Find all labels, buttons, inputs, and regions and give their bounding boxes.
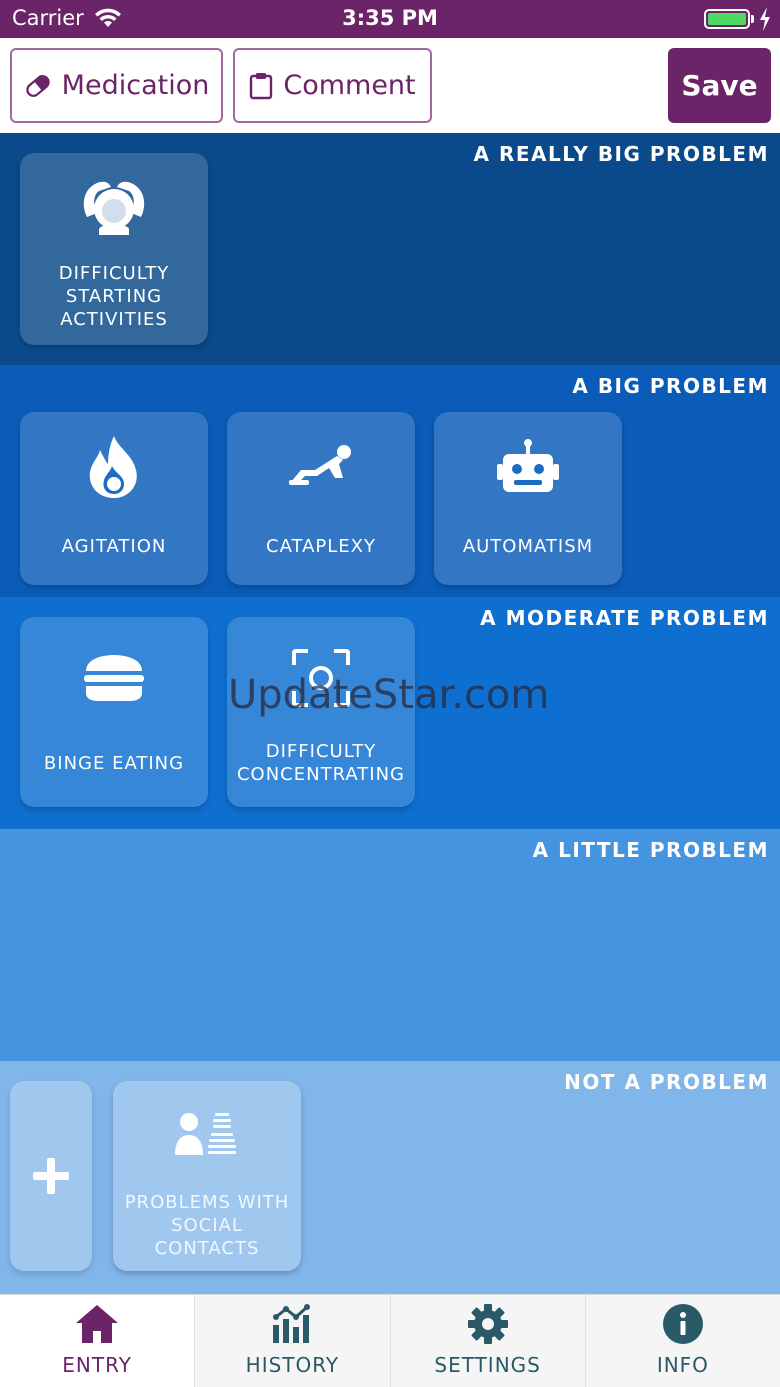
home-icon xyxy=(76,1305,119,1343)
gear-icon xyxy=(467,1304,508,1344)
comment-label: Comment xyxy=(283,70,416,101)
tab-label: ENTRY xyxy=(62,1353,132,1377)
plus-icon xyxy=(33,1158,69,1194)
card-label: AUTOMATISM xyxy=(462,536,594,557)
section-big-problem[interactable]: A BIG PROBLEM AGITATION CATAPLEXY AUTOMA… xyxy=(0,365,780,597)
add-symptom-button[interactable] xyxy=(10,1081,92,1271)
symptom-card-difficulty-concentrating[interactable]: DIFFICULTY CONCENTRATING xyxy=(227,617,415,807)
section-little-problem[interactable]: A LITTLE PROBLEM xyxy=(0,829,780,1061)
section-not-a-problem[interactable]: NOT A PROBLEM PROBLEMS WITH SOCIAL CONTA… xyxy=(0,1061,780,1294)
toolbar: Medication Comment Save xyxy=(0,38,780,133)
card-label: AGITATION xyxy=(61,536,167,557)
tab-bar: ENTRY HISTORY SETTINGS INFO xyxy=(0,1294,780,1387)
card-label: CATAPLEXY xyxy=(266,536,376,557)
symptom-card-problems-with-social-contacts[interactable]: PROBLEMS WITH SOCIAL CONTACTS xyxy=(113,1081,301,1271)
section-title: A LITTLE PROBLEM xyxy=(532,838,769,862)
falling-person-icon xyxy=(289,445,351,485)
tab-entry[interactable]: ENTRY xyxy=(0,1295,196,1387)
burger-icon xyxy=(84,655,144,701)
card-label: BINGE EATING xyxy=(43,753,185,774)
comment-button[interactable]: Comment xyxy=(233,48,432,123)
symptom-card-cataplexy[interactable]: CATAPLEXY xyxy=(227,412,415,585)
section-title: A REALLY BIG PROBLEM xyxy=(473,142,769,166)
tab-label: HISTORY xyxy=(245,1353,340,1377)
section-moderate-problem[interactable]: A MODERATE PROBLEM BINGE EATING DIFFICUL… xyxy=(0,597,780,829)
medication-label: Medication xyxy=(61,70,210,101)
section-title: A MODERATE PROBLEM xyxy=(480,606,769,630)
battery-icon xyxy=(704,9,750,29)
card-label: DIFFICULTY CONCENTRATING xyxy=(236,741,405,785)
tab-label: SETTINGS xyxy=(434,1353,541,1377)
card-label: DIFFICULTY STARTING ACTIVITIES xyxy=(58,263,170,330)
card-label: PROBLEMS WITH SOCIAL CONTACTS xyxy=(124,1192,290,1259)
battery-tip xyxy=(751,15,754,23)
head-hands-icon xyxy=(83,181,145,235)
symptom-card-agitation[interactable]: AGITATION xyxy=(20,412,208,585)
save-button[interactable]: Save xyxy=(668,48,771,123)
tab-settings[interactable]: SETTINGS xyxy=(390,1295,586,1387)
charging-bolt-icon xyxy=(760,7,770,31)
clock: 3:35 PM xyxy=(342,6,438,30)
robot-icon xyxy=(497,439,559,492)
section-really-big-problem[interactable]: A REALLY BIG PROBLEM DIFFICULTY STARTING… xyxy=(0,133,780,365)
tab-history[interactable]: HISTORY xyxy=(195,1295,391,1387)
chart-icon xyxy=(273,1304,311,1343)
medication-button[interactable]: Medication xyxy=(10,48,223,123)
tab-info[interactable]: INFO xyxy=(585,1295,780,1387)
symptom-card-automatism[interactable]: AUTOMATISM xyxy=(434,412,622,585)
fire-icon xyxy=(89,436,137,498)
pill-icon xyxy=(25,74,50,97)
symptom-card-difficulty-starting-activities[interactable]: DIFFICULTY STARTING ACTIVITIES xyxy=(20,153,208,345)
people-icon xyxy=(175,1113,236,1155)
focus-icon xyxy=(292,649,350,707)
clipboard-icon xyxy=(250,72,273,99)
section-title: A BIG PROBLEM xyxy=(572,374,769,398)
info-icon xyxy=(662,1304,703,1344)
status-bar: Carrier 3:35 PM xyxy=(0,0,780,38)
symptom-card-binge-eating[interactable]: BINGE EATING xyxy=(20,617,208,807)
section-title: NOT A PROBLEM xyxy=(564,1070,769,1094)
tab-label: INFO xyxy=(656,1353,709,1377)
